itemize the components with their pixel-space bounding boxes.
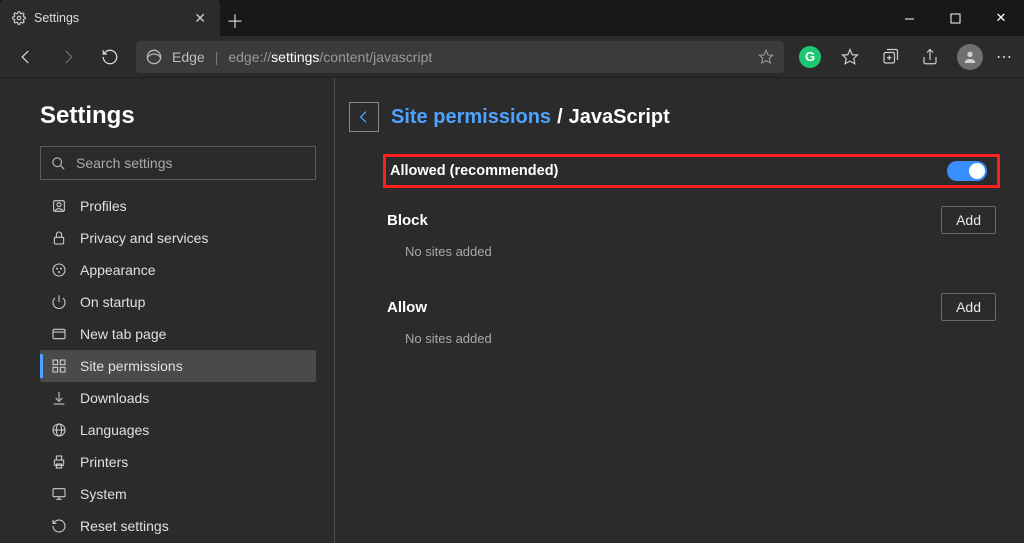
- minimize-button[interactable]: [886, 0, 932, 36]
- allow-add-button[interactable]: Add: [941, 293, 996, 321]
- window-controls: ✕: [886, 0, 1024, 36]
- maximize-button[interactable]: [932, 0, 978, 36]
- tab-title: Settings: [34, 11, 79, 25]
- power-icon: [50, 294, 68, 310]
- newtab-icon: [50, 326, 68, 342]
- forward-button[interactable]: [48, 37, 88, 77]
- permissions-icon: [50, 358, 68, 374]
- settings-sidebar: Settings Search settings Profiles Privac…: [0, 78, 335, 543]
- block-empty-text: No sites added: [383, 244, 1000, 259]
- sidebar-item-languages[interactable]: Languages: [40, 414, 316, 446]
- nav-label: Profiles: [80, 198, 127, 214]
- address-brand: Edge: [172, 49, 205, 65]
- back-button[interactable]: [6, 37, 46, 77]
- refresh-button[interactable]: [90, 37, 130, 77]
- breadcrumb-current: JavaScript: [569, 106, 670, 129]
- settings-nav-list: Profiles Privacy and services Appearance…: [40, 190, 316, 542]
- allowed-toggle[interactable]: [947, 161, 987, 181]
- collections-icon[interactable]: [870, 37, 910, 77]
- nav-label: Reset settings: [80, 518, 169, 534]
- sidebar-item-downloads[interactable]: Downloads: [40, 382, 316, 414]
- profile-avatar[interactable]: [950, 37, 990, 77]
- nav-label: Site permissions: [80, 358, 183, 374]
- sidebar-item-system[interactable]: System: [40, 478, 316, 510]
- appearance-icon: [50, 262, 68, 278]
- more-menu-icon[interactable]: ⋯: [990, 37, 1018, 77]
- settings-main: Site permissions / JavaScript Allowed (r…: [335, 78, 1024, 543]
- allowed-label: Allowed (recommended): [390, 163, 558, 179]
- allowed-toggle-row: Allowed (recommended): [383, 154, 1000, 188]
- favorite-star-icon[interactable]: [758, 49, 774, 65]
- sidebar-item-appearance[interactable]: Appearance: [40, 254, 316, 286]
- block-add-button[interactable]: Add: [941, 206, 996, 234]
- search-icon: [51, 156, 66, 171]
- sidebar-item-reset[interactable]: Reset settings: [40, 510, 316, 542]
- block-title: Block: [387, 212, 428, 229]
- sidebar-item-printers[interactable]: Printers: [40, 446, 316, 478]
- breadcrumb: Site permissions / JavaScript: [349, 102, 1010, 132]
- allow-empty-text: No sites added: [383, 331, 1000, 346]
- profile-icon: [50, 198, 68, 214]
- allow-section-head: Allow Add: [383, 293, 1000, 321]
- address-separator: |: [215, 49, 219, 65]
- language-icon: [50, 422, 68, 438]
- download-icon: [50, 390, 68, 406]
- sidebar-item-privacy[interactable]: Privacy and services: [40, 222, 316, 254]
- nav-label: New tab page: [80, 326, 166, 342]
- nav-label: Appearance: [80, 262, 156, 278]
- sidebar-item-newtab[interactable]: New tab page: [40, 318, 316, 350]
- printer-icon: [50, 454, 68, 470]
- titlebar: Settings ✕ ＋ ✕: [0, 0, 1024, 36]
- sidebar-item-sitepermissions[interactable]: Site permissions: [40, 350, 316, 382]
- breadcrumb-separator: /: [557, 106, 563, 129]
- system-icon: [50, 486, 68, 502]
- sidebar-item-profiles[interactable]: Profiles: [40, 190, 316, 222]
- settings-heading: Settings: [40, 102, 316, 130]
- sidebar-item-onstartup[interactable]: On startup: [40, 286, 316, 318]
- breadcrumb-link[interactable]: Site permissions: [391, 106, 551, 129]
- nav-label: System: [80, 486, 127, 502]
- gear-icon: [12, 11, 26, 25]
- nav-label: On startup: [80, 294, 145, 310]
- new-tab-button[interactable]: ＋: [220, 6, 250, 36]
- block-section-head: Block Add: [383, 206, 1000, 234]
- close-tab-icon[interactable]: ✕: [194, 10, 206, 27]
- close-window-button[interactable]: ✕: [978, 0, 1024, 36]
- browser-toolbar: Edge | edge://settings/content/javascrip…: [0, 36, 1024, 78]
- lock-icon: [50, 230, 68, 246]
- address-bar[interactable]: Edge | edge://settings/content/javascrip…: [136, 41, 784, 73]
- nav-label: Downloads: [80, 390, 149, 406]
- nav-label: Languages: [80, 422, 149, 438]
- nav-label: Privacy and services: [80, 230, 208, 246]
- search-placeholder: Search settings: [76, 155, 173, 171]
- address-url: edge://settings/content/javascript: [228, 49, 432, 65]
- search-settings-input[interactable]: Search settings: [40, 146, 316, 180]
- share-icon[interactable]: [910, 37, 950, 77]
- nav-label: Printers: [80, 454, 128, 470]
- reset-icon: [50, 518, 68, 534]
- breadcrumb-back-button[interactable]: [349, 102, 379, 132]
- allow-title: Allow: [387, 299, 427, 316]
- edge-icon: [146, 49, 162, 65]
- favorites-icon[interactable]: [830, 37, 870, 77]
- browser-tab[interactable]: Settings ✕: [0, 0, 220, 36]
- grammarly-extension-icon[interactable]: G: [790, 37, 830, 77]
- content-area: Settings Search settings Profiles Privac…: [0, 78, 1024, 543]
